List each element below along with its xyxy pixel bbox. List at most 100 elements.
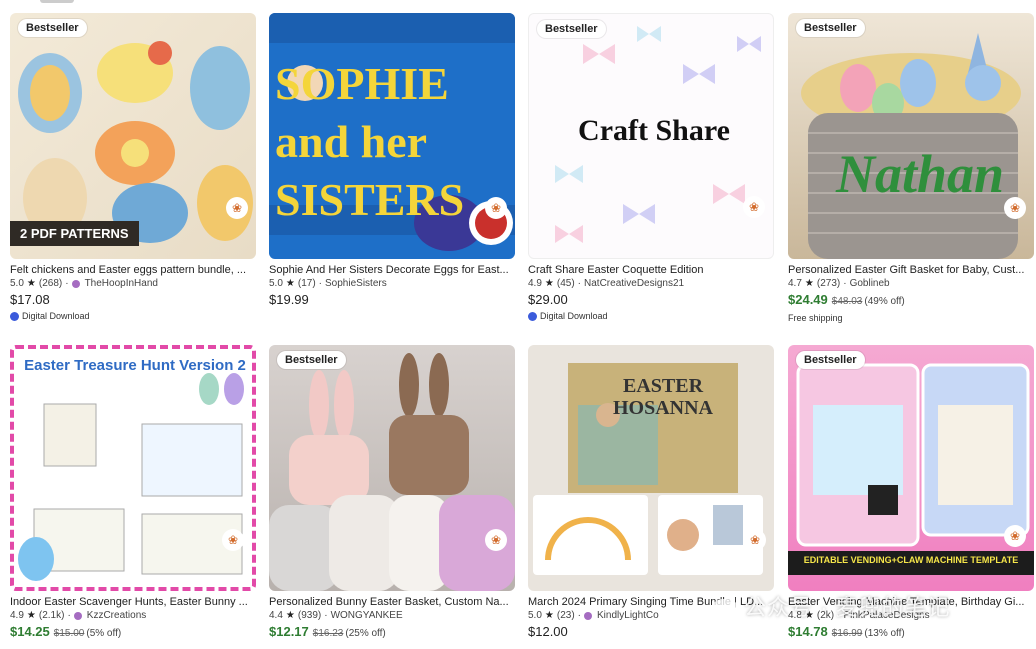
star-seller-icon bbox=[73, 612, 82, 620]
listing-title[interactable]: Personalized Easter Gift Basket for Baby… bbox=[788, 263, 1034, 277]
listing-title[interactable]: Craft Share Easter Coquette Edition bbox=[528, 263, 774, 277]
listing-title[interactable]: Felt chickens and Easter eggs pattern bu… bbox=[10, 263, 256, 277]
digital-download-label: Digital Download bbox=[528, 309, 774, 323]
review-count: (939) bbox=[297, 610, 322, 621]
favorite-icon[interactable]: ❀ bbox=[744, 529, 766, 551]
star-icon: ★ bbox=[544, 278, 554, 289]
listing-image[interactable]: SOPHIE and her SISTERS ❀ bbox=[269, 13, 515, 259]
discount-label: (5% off) bbox=[86, 628, 122, 639]
shop-name[interactable]: WONGYANKEE bbox=[331, 609, 403, 623]
bestseller-badge: Bestseller bbox=[537, 20, 606, 38]
bestseller-badge: Bestseller bbox=[796, 19, 865, 37]
star-icon: ★ bbox=[26, 278, 36, 289]
listing-card[interactable]: 2 PDF PATTERNS Bestseller ❀ Felt chicken… bbox=[10, 13, 256, 323]
sale-price: $12.17 bbox=[269, 624, 309, 639]
sale-price: $14.25 bbox=[10, 624, 50, 639]
original-price: $16.99 bbox=[831, 628, 863, 639]
listing-image[interactable]: Bestseller ❀ bbox=[269, 345, 515, 591]
star-icon: ★ bbox=[544, 610, 554, 621]
image-overlay-text: EASTER HOSANNA bbox=[612, 375, 713, 419]
star-icon: ★ bbox=[804, 278, 814, 289]
discount-label: (25% off) bbox=[345, 628, 386, 639]
shop-name[interactable]: KindlyLightCo bbox=[597, 609, 659, 623]
bestseller-badge: Bestseller bbox=[277, 351, 346, 369]
discount-label: (49% off) bbox=[864, 296, 905, 307]
listing-title[interactable]: Sophie And Her Sisters Decorate Eggs for… bbox=[269, 263, 515, 277]
rating-value: 5.0 bbox=[269, 278, 283, 289]
price-row: $14.25 $15.00 (5% off) bbox=[10, 623, 256, 643]
watermark: 公众号 · 麦兜的笔记 bbox=[712, 590, 951, 622]
rating-value: 4.4 bbox=[269, 610, 283, 621]
easter-basket-illustration bbox=[801, 33, 1021, 259]
star-seller-icon bbox=[71, 280, 80, 288]
rating-value: 4.9 bbox=[10, 610, 24, 621]
image-overlay-text: Craft Share bbox=[578, 114, 730, 147]
rating-value: 5.0 bbox=[528, 610, 542, 621]
listing-card[interactable]: Nathan Bestseller ❀ Personalized Easter … bbox=[788, 13, 1034, 325]
review-count: (273) bbox=[816, 278, 841, 289]
listing-image[interactable]: EDITABLE VENDING+CLAW MACHINE TEMPLATE B… bbox=[788, 345, 1034, 591]
listing-title[interactable]: Indoor Easter Scavenger Hunts, Easter Bu… bbox=[10, 595, 256, 609]
rating-row: 4.7 ★ (273) · Goblineb bbox=[788, 277, 890, 291]
review-count: (17) bbox=[297, 278, 316, 289]
bestseller-badge: Bestseller bbox=[18, 19, 87, 37]
shop-name[interactable]: KzzCreations bbox=[87, 609, 146, 623]
rating-value: 4.9 bbox=[528, 278, 542, 289]
image-overlay-text: EDITABLE VENDING+CLAW MACHINE TEMPLATE bbox=[803, 555, 1019, 565]
image-overlay-text: Easter Treasure Hunt Version 2 bbox=[24, 357, 246, 374]
listing-title[interactable]: Personalized Bunny Easter Basket, Custom… bbox=[269, 595, 515, 609]
discount-label: (13% off) bbox=[864, 628, 905, 639]
star-seller-icon bbox=[584, 612, 593, 620]
free-shipping-label: Free shipping bbox=[788, 313, 843, 323]
original-price: $48.03 bbox=[831, 296, 863, 307]
favorite-icon[interactable]: ❀ bbox=[485, 197, 507, 219]
review-count: (268) bbox=[38, 278, 63, 289]
shop-name[interactable]: TheHoopInHand bbox=[85, 277, 158, 291]
star-icon: ★ bbox=[285, 278, 295, 289]
listing-image[interactable]: 2 PDF PATTERNS Bestseller ❀ bbox=[10, 13, 256, 259]
sale-price: $24.49 bbox=[788, 292, 828, 307]
cloud-download-icon bbox=[10, 311, 19, 321]
listing-image[interactable]: Easter Treasure Hunt Version 2 ❀ bbox=[10, 345, 256, 591]
favorite-icon[interactable]: ❀ bbox=[485, 529, 507, 551]
cloud-download-icon bbox=[528, 311, 537, 321]
price: $12.00 bbox=[528, 624, 568, 639]
listing-image[interactable]: Nathan Bestseller ❀ bbox=[788, 13, 1034, 259]
favorite-icon[interactable]: ❀ bbox=[1004, 197, 1026, 219]
shop-name[interactable]: NatCreativeDesigns21 bbox=[584, 277, 684, 291]
image-overlay-text: Nathan bbox=[836, 144, 1005, 204]
price: $17.08 bbox=[10, 292, 50, 307]
price-row: $14.78 $16.99 (13% off) bbox=[788, 623, 1034, 643]
listing-image[interactable]: Craft Share Bestseller ❀ bbox=[528, 13, 774, 259]
wechat-icon bbox=[712, 599, 738, 620]
review-count: (45) bbox=[556, 278, 575, 289]
price: $19.99 bbox=[269, 292, 309, 307]
favorite-icon[interactable]: ❀ bbox=[226, 197, 248, 219]
listing-card[interactable]: SOPHIE and her SISTERS ❀ Sophie And Her … bbox=[269, 13, 515, 309]
image-overlay-text: SOPHIE and her SISTERS bbox=[275, 58, 465, 225]
original-price: $15.00 bbox=[53, 628, 85, 639]
shop-name[interactable]: Goblineb bbox=[850, 277, 890, 291]
shop-name[interactable]: SophieSisters bbox=[325, 277, 387, 291]
rating-row: 4.9 ★ (2.1k) · KzzCreations bbox=[10, 609, 147, 623]
rating-row: 5.0 ★ (17) · SophieSisters bbox=[269, 277, 387, 291]
listing-image[interactable]: EASTER HOSANNA ❀ bbox=[528, 345, 774, 591]
original-price: $16.23 bbox=[312, 628, 344, 639]
favorite-icon[interactable]: ❀ bbox=[1004, 525, 1026, 547]
listing-card[interactable]: Craft Share Bestseller ❀ Craft Share Eas… bbox=[528, 13, 774, 323]
listing-card[interactable]: Easter Treasure Hunt Version 2 ❀ Indoor … bbox=[10, 345, 256, 643]
favorite-icon[interactable]: ❀ bbox=[743, 196, 765, 218]
rating-value: 4.7 bbox=[788, 278, 802, 289]
star-icon: ★ bbox=[285, 610, 295, 621]
digital-download-label: Digital Download bbox=[10, 309, 256, 323]
favorite-icon[interactable]: ❀ bbox=[222, 529, 244, 551]
image-overlay-text: 2 PDF PATTERNS bbox=[10, 221, 139, 246]
price: $29.00 bbox=[528, 292, 568, 307]
treasure-hunt-pages-illustration bbox=[18, 373, 244, 581]
review-count: (23) bbox=[556, 610, 575, 621]
bestseller-badge: Bestseller bbox=[796, 351, 865, 369]
rating-row: 4.9 ★ (45) · NatCreativeDesigns21 bbox=[528, 277, 685, 291]
price-row: $12.17 $16.23 (25% off) bbox=[269, 623, 515, 643]
listing-card[interactable]: Bestseller ❀ Personalized Bunny Easter B… bbox=[269, 345, 515, 643]
rating-row: 4.4 ★ (939) · WONGYANKEE bbox=[269, 609, 403, 623]
